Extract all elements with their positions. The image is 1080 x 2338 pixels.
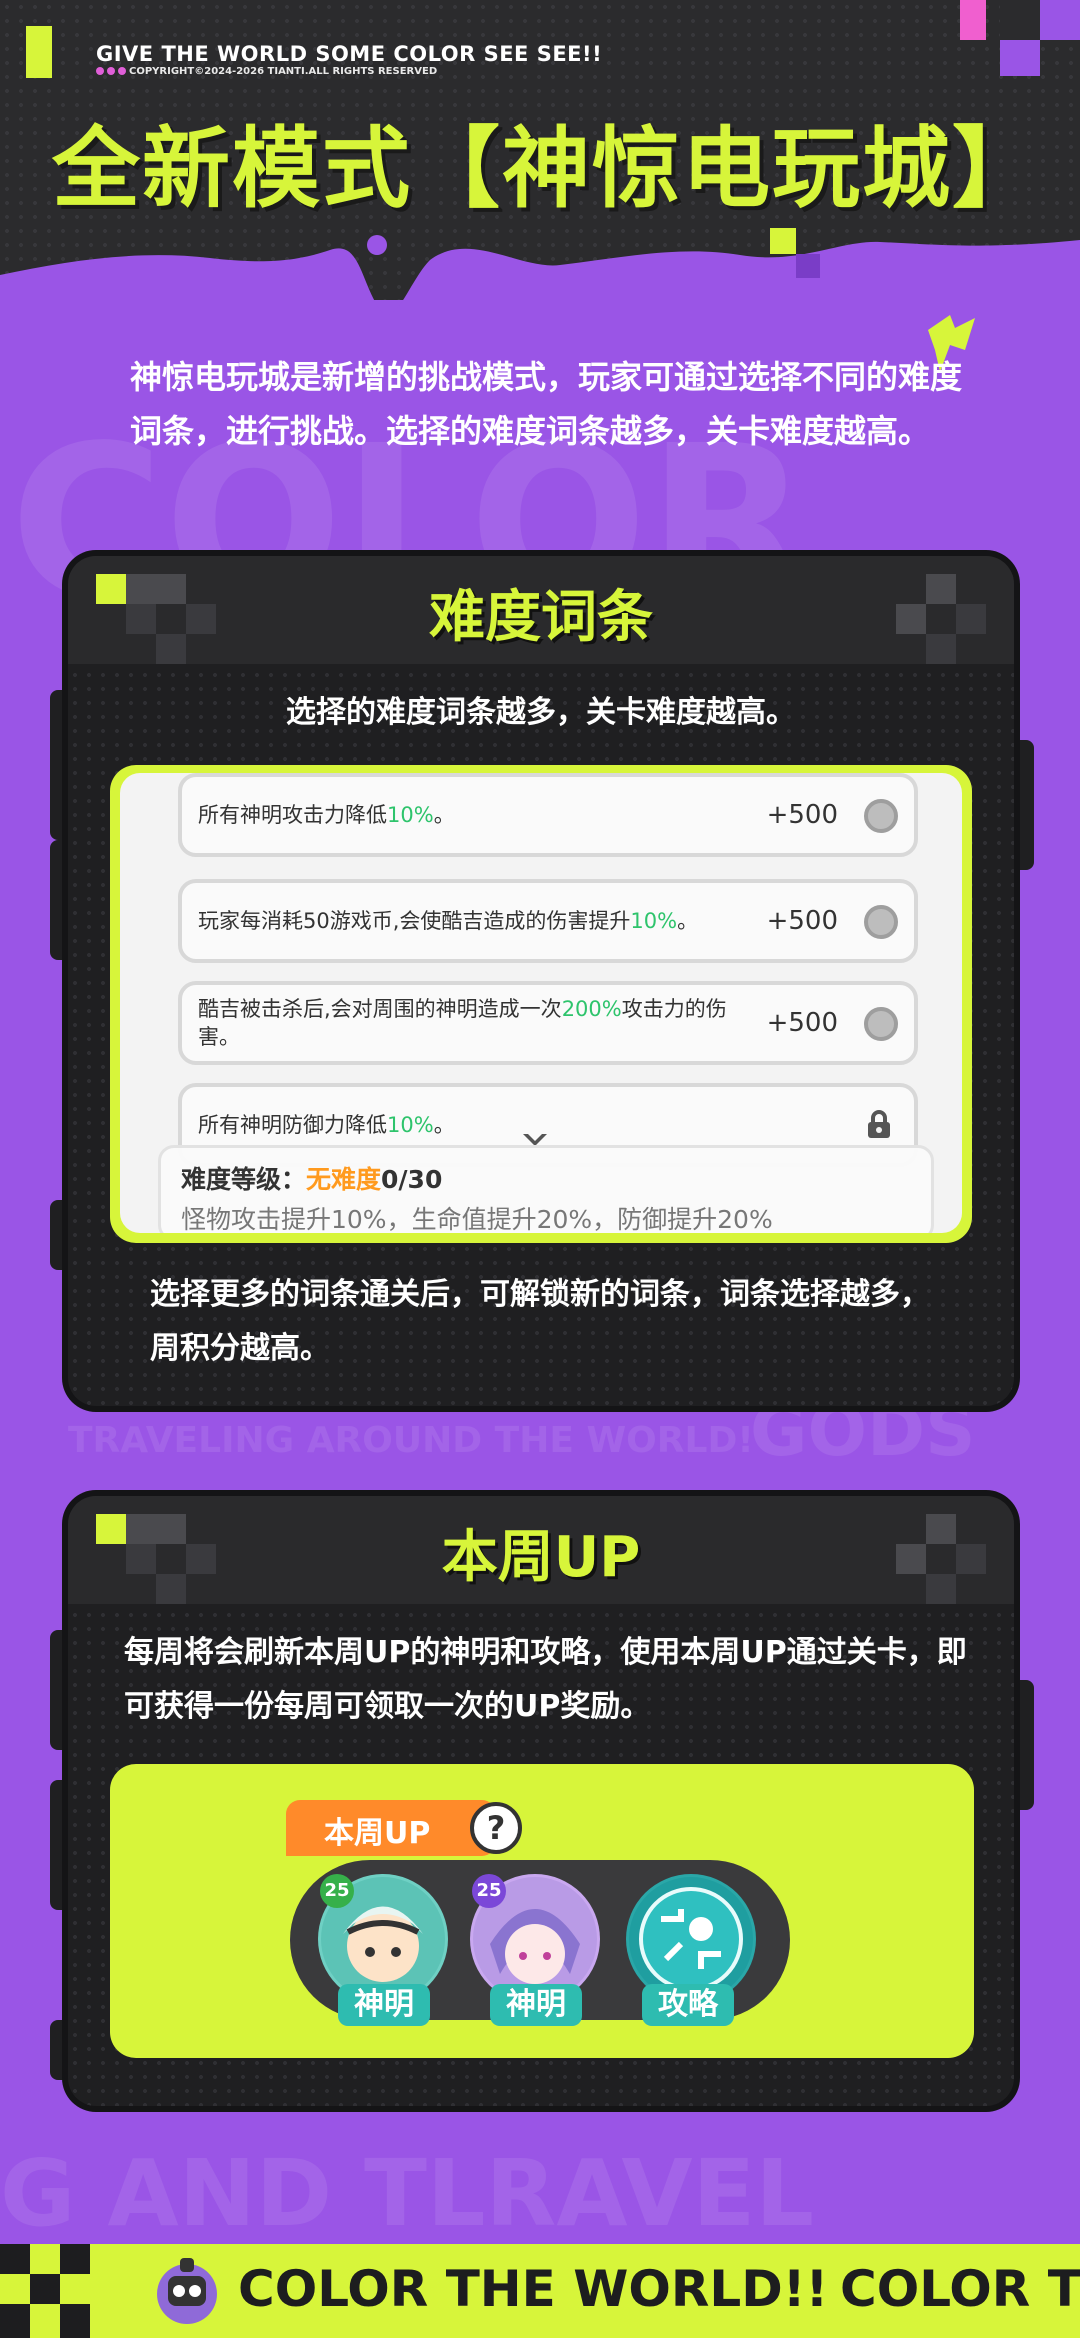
radio-button[interactable] (864, 1007, 898, 1041)
help-icon[interactable]: ? (470, 1802, 522, 1854)
weekly-up-card: 本周UP ? 25 神明 25 神明 攻略 (110, 1764, 974, 2058)
points-value: +500 (766, 906, 838, 936)
intro-text: 神惊电玩城是新增的挑战模式，玩家可通过选择不同的难度词条，进行挑战。选择的难度词… (130, 358, 963, 450)
card-label: 神明 (338, 1984, 430, 2026)
card-label: 神明 (490, 1984, 582, 2026)
page-title: 全新模式【神惊电玩城】 (52, 117, 1043, 220)
bg-word: G AND TLRAVEL (0, 2140, 814, 2247)
radio-button[interactable] (864, 905, 898, 939)
copyright-text: COPYRIGHT©2024-2026 TIANTI.ALL RIGHTS RE… (96, 66, 437, 77)
points-value: +500 (766, 800, 838, 830)
points-value: +500 (766, 1008, 838, 1038)
footer-text: COLOR THE WORLD!! (238, 2260, 829, 2318)
mascot-icon (157, 2258, 217, 2324)
weekly-up-badge: 本周UP (286, 1800, 496, 1856)
pixel-deco (796, 254, 820, 278)
panel-title: 本周UP (441, 1525, 641, 1590)
difficulty-count: 0/30 (381, 1165, 443, 1194)
difficulty-row[interactable]: 酷吉被击杀后,会对周围的神明造成一次200%攻击力的伤害。 +500 (178, 981, 918, 1065)
difficulty-label: 难度等级： (181, 1165, 307, 1194)
footer-marquee: COLOR THE WORLD!! COLOR TI (0, 2244, 1080, 2338)
purple-drip-divider (0, 235, 1080, 330)
difficulty-row[interactable]: 所有神明攻击力降低10%。 +500 (178, 773, 918, 857)
radio-button[interactable] (864, 799, 898, 833)
panel-subtitle: 选择的难度词条越多，关卡难度越高。 (286, 695, 796, 730)
difficulty-summary: 难度等级：无难度0/30 怪物攻击提升10%，生命值提升20%，防御提升20% (158, 1145, 934, 1233)
pixel-deco (770, 228, 796, 254)
lock-icon (868, 1110, 890, 1138)
panel-title: 难度词条 (429, 585, 653, 650)
difficulty-value: 无难度 (306, 1165, 382, 1194)
footer-text-repeat: COLOR TI (840, 2260, 1080, 2318)
difficulty-effect: 怪物攻击提升10%，生命值提升20%，防御提升20% (181, 1205, 773, 1233)
panel-footer-text: 选择更多的词条通关后，可解锁新的词条，词条选择越多，周积分越高。 (150, 1277, 930, 1366)
bg-word: TRAVELING AROUND THE WORLD! (68, 1420, 754, 1461)
level-badge: 25 (320, 1874, 354, 1908)
difficulty-row[interactable]: 玩家每消耗50游戏币,会使酷吉造成的伤害提升10%。 +500 (178, 879, 918, 963)
difficulty-list-card: 所有神明攻击力降低10%。 +500 玩家每消耗50游戏币,会使酷吉造成的伤害提… (110, 765, 972, 1243)
level-badge: 25 (472, 1874, 506, 1908)
brand-tagline: GIVE THE WORLD SOME COLOR SEE SEE!! (96, 42, 603, 66)
card-label: 攻略 (642, 1984, 734, 2026)
panel-description: 每周将会刷新本周UP的神明和攻略，使用本周UP通过关卡，即可获得一份每周可领取一… (124, 1635, 967, 1724)
